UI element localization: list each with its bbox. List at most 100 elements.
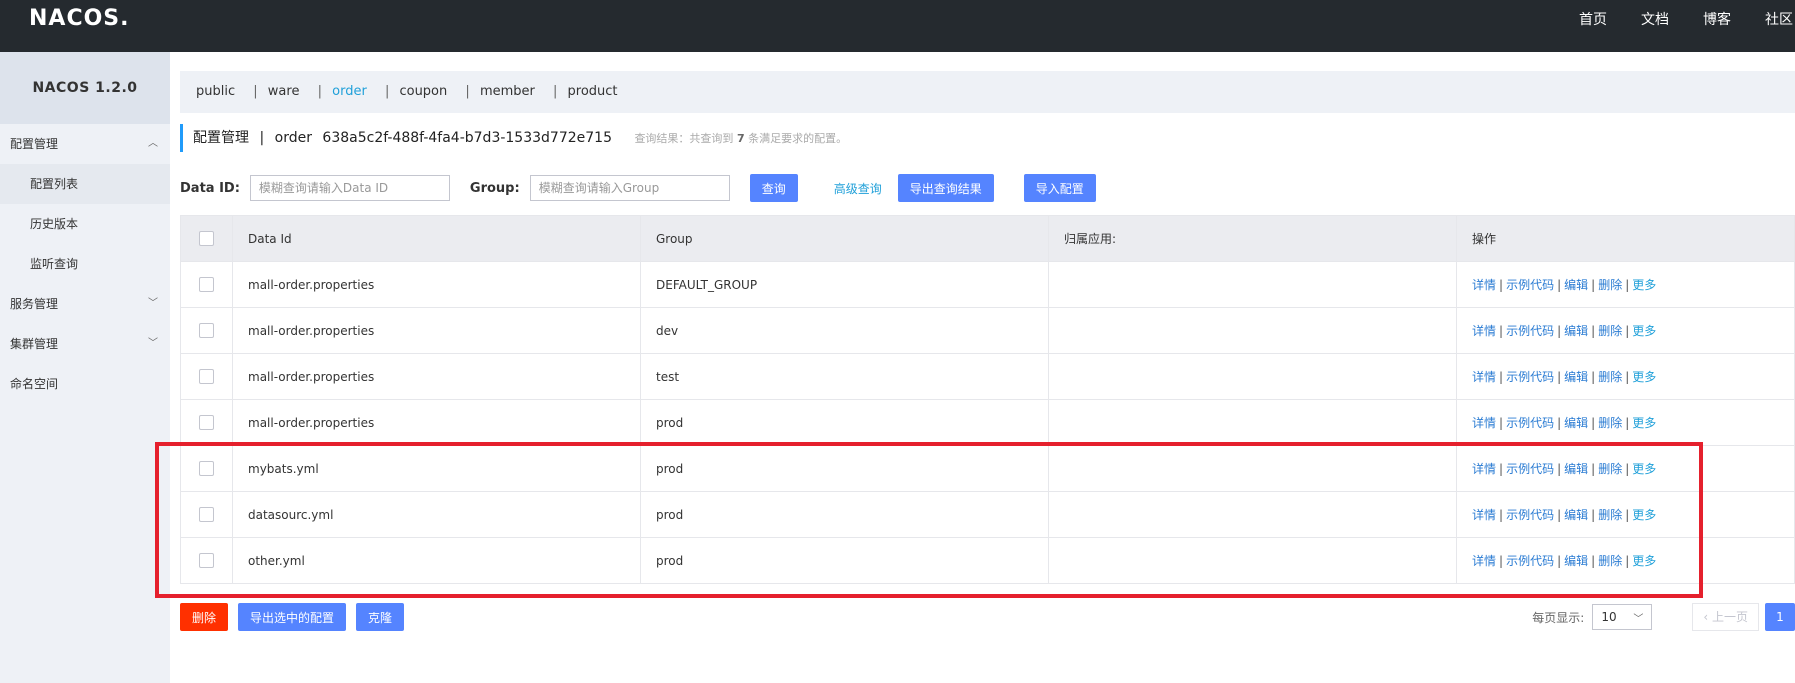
delete-button[interactable]: 删除 <box>180 603 229 631</box>
row-checkbox[interactable] <box>199 461 214 476</box>
row-sample-code-link[interactable]: 示例代码 <box>1506 324 1554 338</box>
group-search-input[interactable] <box>529 175 730 201</box>
cell-actions: 详情 | 示例代码 | 编辑 | 删除 | 更多 <box>1456 353 1795 400</box>
sidebar-item-label: 集群管理 <box>10 337 59 351</box>
sidebar-item-listener-query[interactable]: 监听查询 <box>0 244 170 284</box>
namespace-member[interactable]: member <box>480 84 535 99</box>
row-detail-link[interactable]: 详情 <box>1472 462 1496 476</box>
nav-blog[interactable]: 博客 <box>1703 0 1731 40</box>
export-selected-button[interactable]: 导出选中的配置 <box>238 603 347 631</box>
row-checkbox[interactable] <box>199 553 214 568</box>
row-edit-link[interactable]: 编辑 <box>1564 278 1588 292</box>
row-delete-link[interactable]: 删除 <box>1598 508 1622 522</box>
cell-dataid: mall-order.properties <box>232 353 641 400</box>
table-row: mybats.yml prod 详情 | 示例代码 | 编辑 | 删除 | 更多 <box>180 445 1795 492</box>
dataid-search-input[interactable] <box>249 175 450 201</box>
clone-button[interactable]: 克隆 <box>356 603 405 631</box>
namespace-ware[interactable]: ware <box>268 84 300 99</box>
row-delete-link[interactable]: 删除 <box>1598 462 1622 476</box>
row-sample-code-link[interactable]: 示例代码 <box>1506 416 1554 430</box>
cell-group: dev <box>640 307 1049 354</box>
row-edit-link[interactable]: 编辑 <box>1564 324 1588 338</box>
row-detail-link[interactable]: 详情 <box>1472 508 1496 522</box>
row-delete-link[interactable]: 删除 <box>1598 370 1622 384</box>
row-sample-code-link[interactable]: 示例代码 <box>1506 508 1554 522</box>
export-query-results-button[interactable]: 导出查询结果 <box>897 174 994 202</box>
nacos-logo[interactable]: NACOS. <box>29 6 130 31</box>
namespace-public[interactable]: public <box>196 84 235 99</box>
prev-page-button[interactable]: ‹ 上一页 <box>1692 603 1759 631</box>
advanced-query-link[interactable]: 高级查询 <box>834 180 882 197</box>
row-sample-code-link[interactable]: 示例代码 <box>1506 370 1554 384</box>
row-edit-link[interactable]: 编辑 <box>1564 370 1588 384</box>
row-detail-link[interactable]: 详情 <box>1472 554 1496 568</box>
select-all-checkbox[interactable] <box>199 231 214 246</box>
nav-community[interactable]: 社区 <box>1765 0 1795 40</box>
sidebar-item-namespace[interactable]: 命名空间 <box>0 364 170 404</box>
page-size-label: 每页显示: <box>1532 610 1585 625</box>
sidebar-item-label: 命名空间 <box>10 377 59 391</box>
row-more-link[interactable]: 更多 <box>1632 462 1656 476</box>
column-header-group: Group <box>640 215 1049 262</box>
row-sample-code-link[interactable]: 示例代码 <box>1506 278 1554 292</box>
cell-actions: 详情 | 示例代码 | 编辑 | 删除 | 更多 <box>1456 537 1795 584</box>
namespace-product[interactable]: product <box>568 84 618 99</box>
sidebar-item-config-list[interactable]: 配置列表 <box>0 164 170 204</box>
row-more-link[interactable]: 更多 <box>1632 508 1656 522</box>
row-more-link[interactable]: 更多 <box>1632 278 1656 292</box>
row-delete-link[interactable]: 删除 <box>1598 416 1622 430</box>
page-size-select[interactable]: 10 ﹀ <box>1592 604 1653 630</box>
namespace-coupon[interactable]: coupon <box>399 84 447 99</box>
row-more-link[interactable]: 更多 <box>1632 370 1656 384</box>
nav-docs[interactable]: 文档 <box>1641 0 1669 40</box>
main-content: public | ware | order | coupon | member … <box>170 52 1795 683</box>
sidebar-item-config-management[interactable]: 配置管理 ︿ <box>0 124 170 164</box>
row-detail-link[interactable]: 详情 <box>1472 278 1496 292</box>
sidebar-item-service-management[interactable]: 服务管理 ﹀ <box>0 284 170 324</box>
chevron-down-icon: ﹀ <box>148 338 158 349</box>
dataid-label: Data ID: <box>180 180 240 196</box>
row-detail-link[interactable]: 详情 <box>1472 370 1496 384</box>
cell-dataid: other.yml <box>232 537 641 584</box>
row-delete-link[interactable]: 删除 <box>1598 324 1622 338</box>
page-1-button[interactable]: 1 <box>1765 603 1795 631</box>
sidebar-item-cluster-management[interactable]: 集群管理 ﹀ <box>0 324 170 364</box>
row-checkbox[interactable] <box>199 507 214 522</box>
sidebar: NACOS 1.2.0 配置管理 ︿ 配置列表 历史版本 监听查询 服务管理 ﹀… <box>0 52 170 683</box>
row-sample-code-link[interactable]: 示例代码 <box>1506 554 1554 568</box>
row-more-link[interactable]: 更多 <box>1632 324 1656 338</box>
sidebar-item-history[interactable]: 历史版本 <box>0 204 170 244</box>
row-detail-link[interactable]: 详情 <box>1472 324 1496 338</box>
column-header-dataid: Data Id <box>232 215 641 262</box>
chevron-left-icon: ‹ <box>1703 610 1709 624</box>
cell-actions: 详情 | 示例代码 | 编辑 | 删除 | 更多 <box>1456 445 1795 492</box>
namespace-name: order <box>274 130 312 146</box>
row-checkbox[interactable] <box>199 369 214 384</box>
namespace-order[interactable]: order <box>332 84 367 99</box>
row-checkbox[interactable] <box>199 323 214 338</box>
row-detail-link[interactable]: 详情 <box>1472 416 1496 430</box>
cell-dataid: datasourc.yml <box>232 491 641 538</box>
import-config-button[interactable]: 导入配置 <box>1023 174 1096 202</box>
search-form: Data ID: Group: 查询 高级查询 导出查询结果 导入配置 <box>180 173 1096 203</box>
sidebar-item-label: 配置管理 <box>10 137 59 151</box>
row-delete-link[interactable]: 删除 <box>1598 554 1622 568</box>
row-edit-link[interactable]: 编辑 <box>1564 416 1588 430</box>
nav-home[interactable]: 首页 <box>1579 0 1607 40</box>
row-checkbox[interactable] <box>199 277 214 292</box>
row-edit-link[interactable]: 编辑 <box>1564 462 1588 476</box>
query-button[interactable]: 查询 <box>749 174 798 202</box>
cell-app <box>1048 491 1457 538</box>
cell-dataid: mybats.yml <box>232 445 641 492</box>
row-checkbox[interactable] <box>199 415 214 430</box>
cell-group: prod <box>640 491 1049 538</box>
row-edit-link[interactable]: 编辑 <box>1564 554 1588 568</box>
row-delete-link[interactable]: 删除 <box>1598 278 1622 292</box>
cell-app <box>1048 307 1457 354</box>
row-more-link[interactable]: 更多 <box>1632 554 1656 568</box>
cell-group: prod <box>640 445 1049 492</box>
row-edit-link[interactable]: 编辑 <box>1564 508 1588 522</box>
row-sample-code-link[interactable]: 示例代码 <box>1506 462 1554 476</box>
row-more-link[interactable]: 更多 <box>1632 416 1656 430</box>
namespace-id: 638a5c2f-488f-4fa4-b7d3-1533d772e715 <box>322 130 612 146</box>
